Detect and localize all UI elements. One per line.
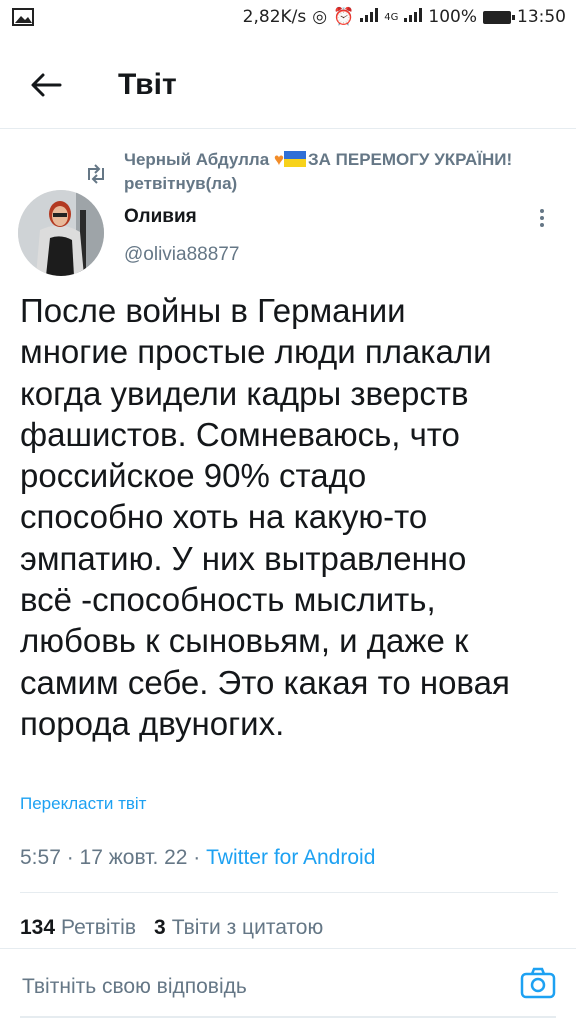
author-handle[interactable]: @olivia88877 — [124, 244, 239, 266]
tweet-stats: 134 Ретвітів 3 Твіти з цитатою — [20, 916, 323, 940]
status-bar: 2,82K/s ◎ ⏰ 4G 100% 13:50 — [0, 0, 576, 36]
page-title: Твіт — [118, 68, 177, 101]
orange-heart-icon: ♥ — [273, 150, 284, 169]
retweets-count: 134 — [20, 916, 56, 939]
back-arrow-icon[interactable] — [28, 70, 64, 100]
quotes-count: 3 — [154, 916, 166, 939]
app-header: Твіт — [0, 44, 576, 129]
retweet-icon — [84, 164, 108, 184]
tweet-timestamp: 5:57 · 17 жовт. 22 · — [20, 846, 207, 869]
signal-icon — [360, 7, 379, 27]
avatar[interactable] — [18, 190, 104, 276]
tweet-source-link[interactable]: Twitter for Android — [206, 846, 375, 869]
battery-icon — [483, 10, 515, 24]
reply-bar: Твітніть свою відповідь — [0, 948, 576, 1025]
retweeter-name: Черный Абдулла — [124, 150, 274, 169]
tweet-text: После войны в Германии многие простые лю… — [20, 292, 510, 742]
quotes-label: Твіти з цитатою — [171, 916, 324, 939]
ukraine-flag-icon — [283, 151, 306, 167]
translate-tweet-link[interactable]: Перекласти твіт — [20, 794, 146, 814]
signal-icon-2 — [404, 7, 423, 27]
tweet-meta: 5:57 · 17 жовт. 22 · Twitter for Android — [20, 846, 375, 870]
gallery-notification-icon — [12, 8, 34, 31]
more-options-icon[interactable] — [536, 206, 548, 234]
author-name[interactable]: Оливия — [124, 206, 197, 228]
divider — [20, 892, 558, 893]
reply-input[interactable]: Твітніть свою відповідь — [22, 975, 247, 999]
quotes-stat[interactable]: 3 Твіти з цитатою — [154, 916, 323, 939]
retweet-context[interactable]: Черный Абдулла ♥ ЗА ПЕРЕМОГУ УКРАЇНИ! рет… — [124, 148, 524, 196]
retweets-stat[interactable]: 134 Ретвітів — [20, 916, 136, 939]
hotspot-icon: ◎ — [312, 7, 328, 27]
network-type: 4G — [384, 11, 399, 23]
battery-percent: 100% — [428, 7, 477, 27]
alarm-icon: ⏰ — [333, 7, 355, 27]
camera-icon[interactable] — [520, 967, 556, 999]
clock: 13:50 — [517, 7, 566, 27]
bottom-divider — [20, 1016, 556, 1018]
network-speed: 2,82K/s — [242, 7, 307, 27]
retweets-label: Ретвітів — [61, 916, 136, 939]
